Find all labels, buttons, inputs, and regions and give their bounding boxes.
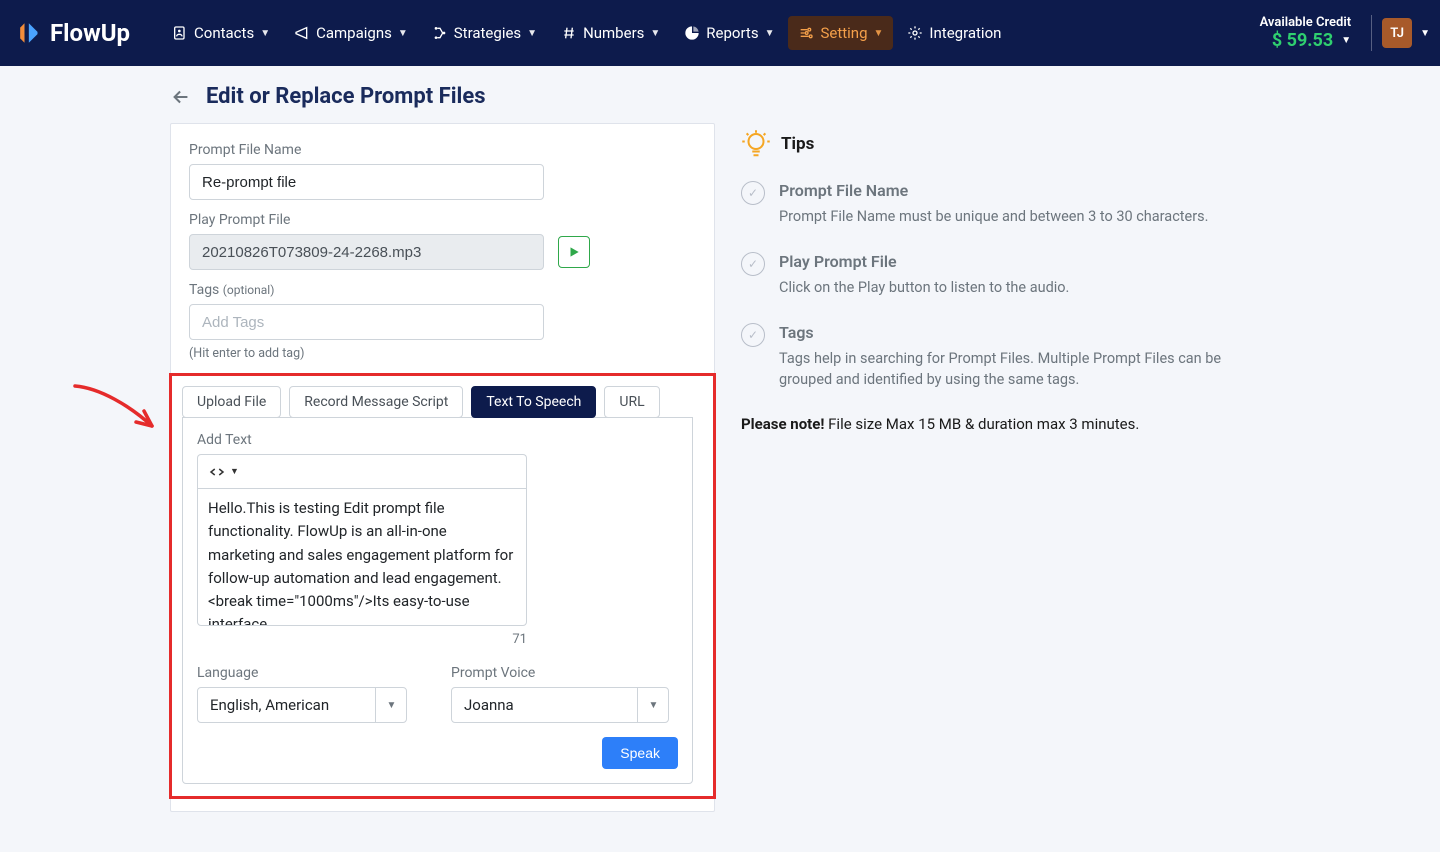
tab-text-to-speech[interactable]: Text To Speech [471, 386, 596, 418]
credit-label: Available Credit [1260, 15, 1352, 30]
lightbulb-icon [741, 129, 771, 159]
credit-block: Available Credit $ 59.53 ▼ [1260, 15, 1352, 51]
page-title: Edit or Replace Prompt Files [206, 84, 486, 109]
brand-name: FlowUp [50, 19, 130, 47]
nav-strategies[interactable]: Strategies ▼ [422, 16, 547, 50]
numbers-icon [561, 25, 577, 41]
tags-input[interactable] [189, 304, 544, 340]
language-select[interactable]: English, American [197, 687, 407, 723]
nav-reports[interactable]: Reports ▼ [674, 16, 784, 50]
nav-campaigns[interactable]: Campaigns ▼ [284, 16, 418, 50]
add-text-label: Add Text [197, 432, 678, 448]
top-navbar: FlowUp Contacts ▼ Campaigns ▼ Strategies… [0, 0, 1440, 66]
tab-url[interactable]: URL [604, 386, 659, 418]
annotation-arrow-icon [70, 378, 170, 448]
tts-highlight-region: Upload File Record Message Script Text T… [169, 373, 716, 799]
char-count: 71 [197, 632, 527, 647]
brand-logo[interactable]: FlowUp [18, 19, 130, 47]
tips-panel: Tips ✓ Prompt File Name Prompt File Name… [741, 123, 1270, 433]
tts-text-input[interactable]: Hello.This is testing Edit prompt file f… [197, 488, 527, 626]
chevron-down-icon: ▼ [874, 28, 884, 39]
chevron-down-icon: ▼ [398, 28, 408, 39]
strategies-icon [432, 25, 448, 41]
file-size-note: Please note! File size Max 15 MB & durat… [741, 415, 1270, 433]
voice-label: Prompt Voice [451, 665, 669, 681]
nav-contacts[interactable]: Contacts ▼ [162, 16, 280, 50]
divider [1371, 15, 1372, 51]
chevron-down-icon: ▼ [1420, 28, 1430, 39]
tip-item: ✓ Play Prompt File Click on the Play but… [741, 252, 1270, 299]
credit-amount: $ 59.53 [1272, 30, 1333, 51]
tip-item: ✓ Prompt File Name Prompt File Name must… [741, 181, 1270, 228]
credit-dropdown[interactable]: $ 59.53 ▼ [1260, 30, 1352, 51]
tip-heading: Tags [779, 323, 1270, 342]
prompt-file-readonly [189, 234, 544, 270]
campaigns-icon [294, 25, 310, 41]
tip-body: Click on the Play button to listen to th… [779, 277, 1069, 299]
check-icon: ✓ [741, 181, 765, 205]
voice-select[interactable]: Joanna [451, 687, 669, 723]
nav-setting[interactable]: Setting ▼ [788, 16, 893, 50]
caret-down-icon: ▼ [230, 466, 239, 477]
chevron-down-icon: ▼ [765, 28, 775, 39]
chevron-down-icon: ▼ [260, 28, 270, 39]
prompt-name-input[interactable] [189, 164, 544, 200]
tips-title: Tips [781, 134, 814, 154]
chevron-down-icon: ▼ [650, 28, 660, 39]
user-menu[interactable]: TJ ▼ [1382, 18, 1430, 48]
contacts-icon [172, 25, 188, 41]
avatar: TJ [1382, 18, 1412, 48]
play-label: Play Prompt File [189, 212, 696, 228]
tip-heading: Play Prompt File [779, 252, 1069, 271]
reports-icon [684, 25, 700, 41]
nav-integration[interactable]: Integration [897, 16, 1011, 50]
settings-icon [798, 25, 814, 41]
integration-icon [907, 25, 923, 41]
speak-button[interactable]: Speak [602, 737, 678, 769]
play-button[interactable] [558, 236, 590, 268]
tip-heading: Prompt File Name [779, 181, 1208, 200]
prompt-form-card: Prompt File Name Play Prompt File Tags (… [170, 123, 715, 812]
ssml-insert-button[interactable]: ▼ [197, 454, 527, 488]
tags-hint: (Hit enter to add tag) [189, 346, 696, 361]
logo-mark-icon [18, 20, 44, 46]
check-icon: ✓ [741, 323, 765, 347]
back-button[interactable] [170, 86, 192, 108]
tip-body: Tags help in searching for Prompt Files.… [779, 348, 1270, 392]
language-label: Language [197, 665, 407, 681]
nav-numbers[interactable]: Numbers ▼ [551, 16, 670, 50]
tab-record-message[interactable]: Record Message Script [289, 386, 463, 418]
tab-upload-file[interactable]: Upload File [182, 386, 281, 418]
tip-body: Prompt File Name must be unique and betw… [779, 206, 1208, 228]
chevron-down-icon: ▼ [527, 28, 537, 39]
nav-items: Contacts ▼ Campaigns ▼ Strategies ▼ Numb… [162, 16, 1011, 50]
tip-item: ✓ Tags Tags help in searching for Prompt… [741, 323, 1270, 392]
check-icon: ✓ [741, 252, 765, 276]
name-label: Prompt File Name [189, 142, 696, 158]
tags-label: Tags (optional) [189, 282, 696, 298]
chevron-down-icon: ▼ [1341, 35, 1351, 46]
